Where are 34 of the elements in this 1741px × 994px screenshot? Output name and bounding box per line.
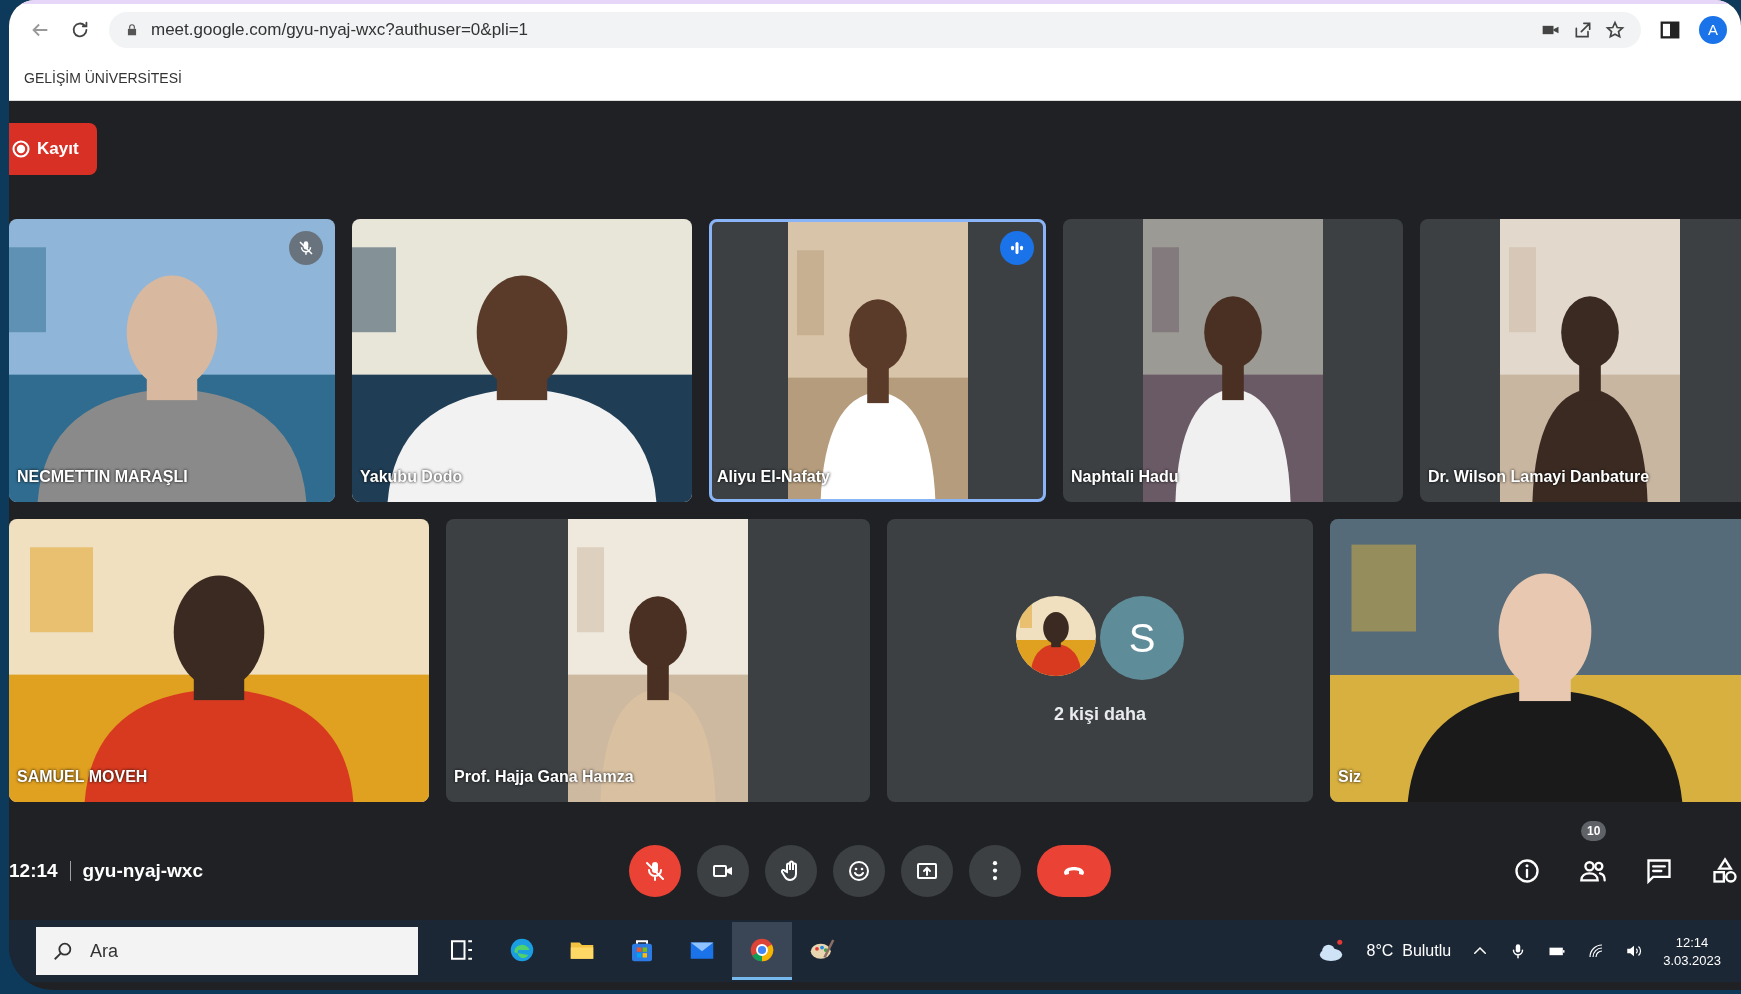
participant-count-badge: 10 [1581,821,1607,841]
participant-name: Siz [1338,768,1362,786]
reaction-button[interactable] [833,845,885,897]
share-icon[interactable] [1573,19,1593,40]
present-button[interactable] [901,845,953,897]
leave-call-button[interactable] [1037,845,1111,897]
meeting-code: gyu-nyaj-wxc [82,860,203,882]
bookmark-link[interactable]: GELİŞİM ÜNİVERSİTESİ [24,69,182,86]
microphone-button[interactable] [629,845,681,897]
weather-text: 8°C Bulutlu [1366,942,1452,960]
more-vert-icon [992,861,998,881]
chrome-taskbar-button[interactable] [732,922,792,980]
more-participants-label: 2 kişi daha [1053,704,1147,725]
lock-icon [125,22,139,37]
participant-name: SAMUEL MOVEH [17,768,148,786]
chat-icon [1645,857,1673,885]
shapes-icon [1711,857,1739,885]
clock-date: 3.03.2023 [1663,952,1721,968]
smiley-icon [847,859,871,883]
star-icon[interactable] [1605,19,1625,40]
participant-avatar: S [1100,596,1184,680]
record-icon [11,139,31,159]
meeting-time: 12:14 [9,860,58,882]
profile-avatar[interactable]: A [1699,15,1727,44]
taskbar-search-field[interactable]: Ara [36,927,418,975]
clock-time: 12:14 [1675,934,1709,950]
camera-button[interactable] [697,845,749,897]
recording-button[interactable]: Kayıt [9,123,97,175]
microphone-off-icon [643,859,667,883]
participant-name: Naphtali Hadu [1071,468,1179,486]
raise-hand-button[interactable] [765,845,817,897]
info-icon [1513,857,1541,885]
address-bar[interactable]: meet.google.com/gyu-nyaj-wxc?authuser=0&pli=1 [109,11,1641,48]
url-text: meet.google.com/gyu-nyaj-wxc?authuser=0&pli=1 [151,19,529,40]
